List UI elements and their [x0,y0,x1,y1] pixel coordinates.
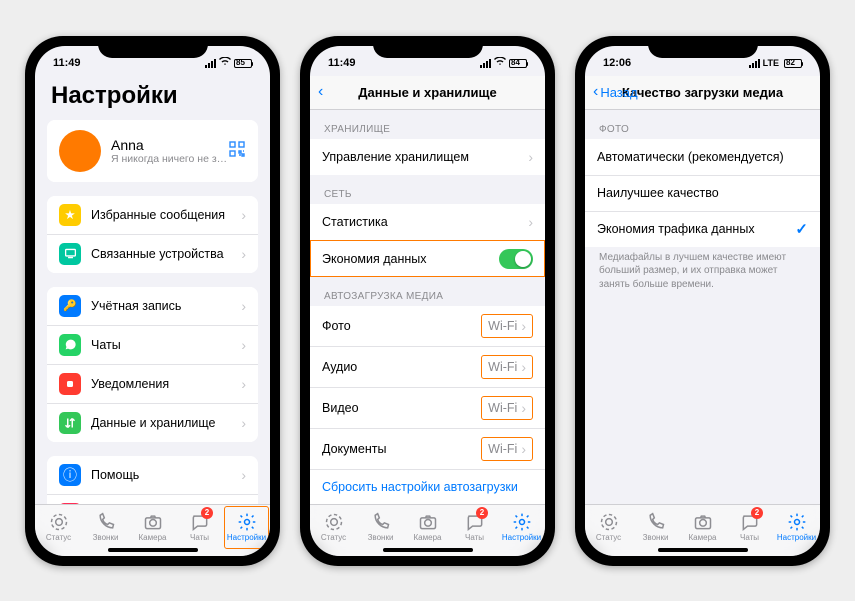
home-indicator [383,548,473,552]
chevron-right-icon: › [241,376,246,392]
tab-calls[interactable]: Звонки [357,505,404,550]
data-icon [59,412,81,434]
network-label: LTE [763,58,779,68]
wifi-icon [494,57,506,69]
clock: 11:49 [328,57,356,69]
nav-title: Данные и хранилище [358,85,496,100]
row-account[interactable]: 🔑 Учётная запись › [47,287,258,325]
chevron-right-icon: › [241,337,246,353]
chevron-right-icon: › [241,467,246,483]
tab-status[interactable]: Статус [310,505,357,550]
avatar [59,130,101,172]
chevron-right-icon: › [528,214,533,230]
devices-icon [59,243,81,265]
signal-icon [480,59,491,68]
group-help: ⓘ Помощь › ♥ Рассказать другу › [47,456,258,504]
row-notifications[interactable]: Уведомления › [47,364,258,403]
battery-icon: 82 [784,59,802,68]
tab-chats[interactable]: 2 Чаты [176,505,223,550]
row-linked-devices[interactable]: Связанные устройства › [47,234,258,273]
row-data-storage[interactable]: Данные и хранилище › [47,403,258,442]
chevron-right-icon: › [241,415,246,431]
tab-calls[interactable]: Звонки [632,505,679,550]
home-indicator [658,548,748,552]
badge: 2 [476,507,488,519]
home-indicator [108,548,198,552]
tab-status[interactable]: Статус [585,505,632,550]
section-autodownload: АВТОЗАГРУЗКА МЕДИА [310,277,545,306]
row-video[interactable]: Видео Wi-Fi› [310,387,545,428]
checkmark-icon: ✓ [795,220,808,238]
toggle-data-saver[interactable] [499,249,533,269]
row-documents[interactable]: Документы Wi-Fi› [310,428,545,469]
chevron-right-icon: › [521,318,526,334]
option-best[interactable]: Наилучшее качество [585,175,820,211]
chevron-left-icon: ‹ [593,83,598,101]
profile-row[interactable]: Anna Я никогда ничего не закан [47,120,258,182]
chevron-right-icon: › [521,400,526,416]
tab-status[interactable]: Статус [35,505,82,550]
wifi-icon [219,57,231,69]
chevron-right-icon: › [241,246,246,262]
clock: 12:06 [603,57,631,69]
nav-header: ‹ Данные и хранилище [310,76,545,110]
chevron-right-icon: › [521,441,526,457]
row-manage-storage[interactable]: Управление хранилищем › [310,139,545,175]
tab-camera[interactable]: Камера [404,505,451,550]
badge: 2 [201,507,213,519]
phone-data-storage: 11:49 84 ‹ Данные и хранилище ХРАНИЛИЩЕ … [300,36,555,566]
tab-camera[interactable]: Камера [679,505,726,550]
chevron-right-icon: › [241,298,246,314]
signal-icon [749,59,760,68]
chevron-left-icon: ‹ [318,83,323,101]
chevron-right-icon: › [241,207,246,223]
section-network: СЕТЬ [310,175,545,204]
row-starred[interactable]: ★ Избранные сообщения › [47,196,258,234]
profile-status: Я никогда ничего не закан [111,153,228,165]
back-button[interactable]: ‹Назад [593,83,638,101]
group-account: 🔑 Учётная запись › Чаты › Уведомления [47,287,258,442]
key-icon: 🔑 [59,295,81,317]
clock: 11:49 [53,57,81,69]
tab-calls[interactable]: Звонки [82,505,129,550]
row-photo[interactable]: Фото Wi-Fi› [310,306,545,346]
chevron-right-icon: › [528,149,533,165]
battery-icon: 84 [509,59,527,68]
row-chats[interactable]: Чаты › [47,325,258,364]
page-title: Настройки [35,76,270,120]
nav-header: ‹Назад Качество загрузки медиа [585,76,820,110]
star-icon: ★ [59,204,81,226]
group-favorites: ★ Избранные сообщения › Связанные устрой… [47,196,258,273]
tab-camera[interactable]: Камера [129,505,176,550]
nav-title: Качество загрузки медиа [622,85,783,100]
tab-settings[interactable]: Настройки [773,505,820,550]
row-reset-autodownload[interactable]: Сбросить настройки автозагрузки [310,469,545,504]
tab-chats[interactable]: 2 Чаты [726,505,773,550]
row-data-saver[interactable]: Экономия данных [310,240,545,277]
chevron-right-icon: › [521,359,526,375]
row-audio[interactable]: Аудио Wi-Fi› [310,346,545,387]
row-tell-friend[interactable]: ♥ Рассказать другу › [47,494,258,504]
signal-icon [205,59,216,68]
tab-chats[interactable]: 2 Чаты [451,505,498,550]
tab-settings[interactable]: Настройки [498,505,545,550]
option-auto[interactable]: Автоматически (рекомендуется) [585,139,820,175]
whatsapp-icon [59,334,81,356]
qr-icon[interactable] [228,140,246,161]
quality-hint: Медиафайлы в лучшем качестве имеют больш… [585,247,820,302]
info-icon: ⓘ [59,464,81,486]
phone-quality: 12:06 LTE 82 ‹Назад Качество загрузки ме… [575,36,830,566]
profile-name: Anna [111,137,228,153]
tab-settings[interactable]: Настройки [223,505,270,550]
row-stats[interactable]: Статистика › [310,204,545,240]
battery-icon: 85 [234,59,252,68]
section-photo: ФОТО [585,110,820,139]
back-button[interactable]: ‹ [318,83,325,101]
option-datasaver[interactable]: Экономия трафика данных ✓ [585,211,820,247]
notification-icon [59,373,81,395]
row-help[interactable]: ⓘ Помощь › [47,456,258,494]
section-storage: ХРАНИЛИЩЕ [310,110,545,139]
badge: 2 [751,507,763,519]
phone-settings: 11:49 85 Настройки Anna Я никогда ничего… [25,36,280,566]
